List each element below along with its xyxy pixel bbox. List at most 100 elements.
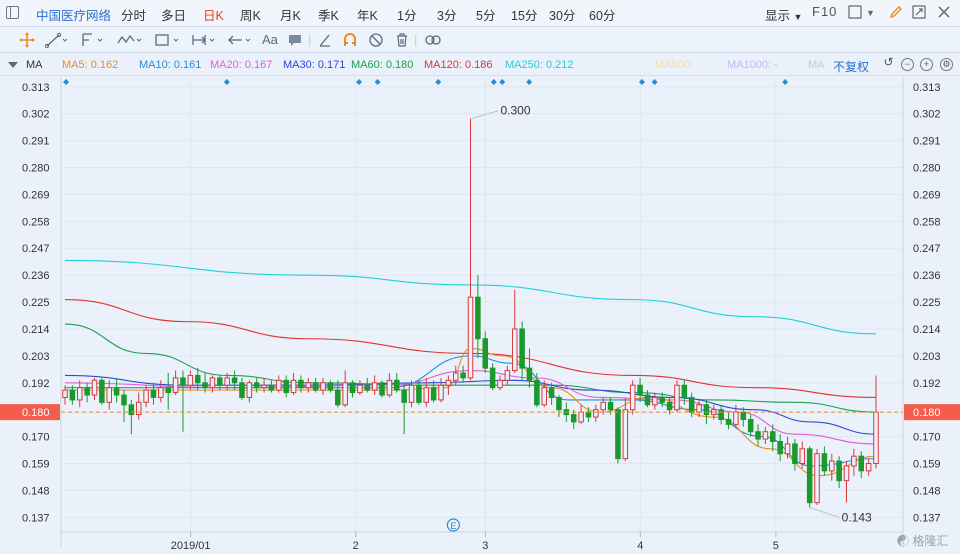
link-icon[interactable] <box>423 31 443 49</box>
ma-value-9: MA <box>808 59 825 71</box>
candle-body <box>430 387 437 401</box>
candle-body <box>541 387 547 406</box>
candle-body <box>607 401 614 411</box>
candle-body <box>843 465 850 482</box>
candle-body <box>747 418 754 433</box>
rectangle-tool-icon[interactable] <box>154 31 182 49</box>
y-tick-left-7: 0.236 <box>22 270 50 282</box>
period-tab-12[interactable]: 60分 <box>589 5 615 24</box>
period-tab-1[interactable]: 多日 <box>161 5 186 24</box>
panel-toggle-icon[interactable] <box>6 6 19 19</box>
period-tab-3[interactable]: 周K <box>240 5 261 24</box>
separator: | <box>414 32 418 47</box>
candle-body <box>76 387 83 401</box>
current-price-tag-left: 0.180 <box>0 404 60 421</box>
y-tick-right-4: 0.269 <box>913 189 941 201</box>
display-menu[interactable]: 显示 ▼ <box>765 5 802 24</box>
chevron-down-icon[interactable]: ▼ <box>866 8 875 18</box>
period-tab-8[interactable]: 3分 <box>437 5 456 24</box>
window-layout-icon[interactable] <box>848 5 862 22</box>
ma-value-2: MA20: 0.167 <box>210 59 273 71</box>
wave-line-icon[interactable] <box>116 31 144 49</box>
y-tick-right-3: 0.280 <box>913 163 941 175</box>
y-tick-left-10: 0.203 <box>22 351 50 363</box>
candle-body <box>113 387 120 396</box>
period-tab-7[interactable]: 1分 <box>397 5 416 24</box>
period-tab-2[interactable]: 日K <box>203 5 224 24</box>
candle-body <box>106 387 113 403</box>
price-tag-text: 0.180 <box>913 407 941 419</box>
current-price-tag-right: 0.180 <box>904 404 960 421</box>
fullscreen-icon[interactable] <box>912 5 926 22</box>
period-tab-10[interactable]: 15分 <box>511 5 537 24</box>
min-price-label: 0.143 <box>842 511 872 525</box>
period-tab-4[interactable]: 月K <box>280 5 301 24</box>
ma-indicator-name[interactable]: MA <box>26 59 43 71</box>
candle-body <box>408 384 415 403</box>
range-tool-icon[interactable] <box>190 31 218 49</box>
period-tab-9[interactable]: 5分 <box>476 5 495 24</box>
collapse-triangle-icon[interactable] <box>8 62 18 68</box>
hide-drawings-icon[interactable] <box>368 31 384 49</box>
candle-body <box>792 443 798 465</box>
period-tab-6[interactable]: 年K <box>357 5 378 24</box>
candle-body <box>578 411 584 423</box>
candle-body <box>703 404 710 416</box>
candle-body <box>202 382 208 389</box>
close-icon[interactable] <box>937 5 951 22</box>
comment-icon[interactable] <box>287 31 303 49</box>
y-tick-right-8: 0.225 <box>913 297 941 309</box>
candle-body <box>873 411 879 465</box>
settings-icon[interactable]: ⚙ <box>940 58 953 71</box>
y-tick-right-7: 0.236 <box>913 270 941 282</box>
zoom-out-icon[interactable]: − <box>901 58 914 71</box>
candle-body <box>438 384 444 401</box>
y-tick-left-4: 0.269 <box>22 189 50 201</box>
kline-chart[interactable]: 0.313 0.313 0.302 0.302 0.291 0.291 0.280 0.280… <box>0 77 960 554</box>
magnet-icon[interactable] <box>342 31 358 49</box>
x-tick-label-2: 3 <box>482 540 488 552</box>
trend-line-icon[interactable] <box>44 31 71 49</box>
candle-body <box>666 401 673 411</box>
candle-body <box>799 448 806 465</box>
candle-body <box>556 396 562 411</box>
candle-body <box>467 296 474 379</box>
candle-body <box>180 377 186 386</box>
undo-icon[interactable]: ↺ <box>882 56 895 70</box>
candle <box>615 407 621 464</box>
candle-body <box>681 384 688 398</box>
candle-body <box>172 377 179 394</box>
price-tag-text: 0.180 <box>22 407 50 419</box>
candle-body <box>194 374 201 384</box>
ma-value-5: MA120: 0.186 <box>424 59 493 71</box>
stock-name[interactable]: 中国医疗网络 <box>36 5 111 24</box>
candle-body <box>246 382 253 398</box>
ma-value-7: MA500: - <box>655 59 700 71</box>
candle-body <box>740 411 747 420</box>
text-tool-icon[interactable]: Aa <box>262 31 278 49</box>
adjust-mode-button[interactable]: 不复权 <box>833 58 869 75</box>
candle <box>806 446 813 508</box>
x-tick-label-1: 2 <box>353 540 359 552</box>
candle-body <box>423 387 430 403</box>
candle-body <box>239 382 245 398</box>
separator: | <box>308 32 312 47</box>
trash-icon[interactable] <box>394 31 410 49</box>
period-tab-11[interactable]: 30分 <box>549 5 575 24</box>
candle-body <box>615 409 621 460</box>
ray-line-icon[interactable] <box>80 31 106 49</box>
candle-body <box>526 367 533 381</box>
pen-icon[interactable] <box>317 31 333 49</box>
f10-button[interactable]: F10 <box>812 4 837 19</box>
zoom-in-icon[interactable]: + <box>920 58 933 71</box>
arrow-left-icon[interactable] <box>226 31 254 49</box>
candle-body <box>718 409 724 420</box>
pencil-icon[interactable] <box>888 5 903 23</box>
crosshair-icon[interactable] <box>18 31 36 49</box>
candle-body <box>298 379 304 389</box>
candle-body <box>777 440 783 455</box>
period-tab-0[interactable]: 分时 <box>121 5 146 24</box>
period-tab-5[interactable]: 季K <box>318 5 339 24</box>
candle-body <box>733 411 739 425</box>
y-tick-right-14: 0.159 <box>913 459 941 471</box>
